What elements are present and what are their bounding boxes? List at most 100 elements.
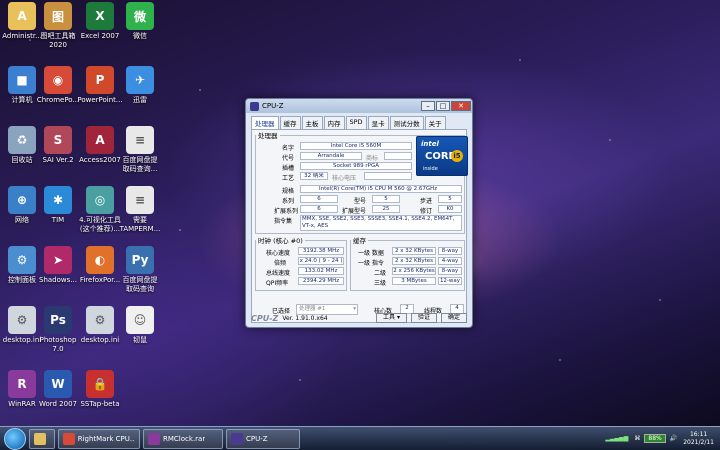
tampermonkey-doc-shortcut[interactable]: ≡ 需要 TAMPERM... — [112, 186, 168, 234]
l2-way: 8-way — [438, 267, 462, 275]
rightmark-icon — [63, 432, 75, 445]
title-bar[interactable]: CPU-Z – □ ✕ — [246, 99, 472, 113]
footer-bar: CPU-Z Ver. 1.91.0.x64 工具 ▾ 验证 确定 — [251, 311, 467, 325]
revision-label: 修订 — [420, 208, 433, 215]
language-icon[interactable]: ⌘ — [634, 435, 640, 442]
maximize-button[interactable]: □ — [436, 101, 450, 111]
stepping-label: 步进 — [420, 198, 433, 205]
shortcut-label: 百度网盘提 取码查询... — [122, 156, 158, 173]
l3-value: 3 MBytes — [392, 277, 436, 285]
shortcut-label: 需要 TAMPERM... — [119, 216, 161, 233]
clock[interactable]: 16:11 2021/2/11 — [683, 431, 714, 447]
intel-core-i5-logo: intel CORE i5 inside — [416, 136, 468, 176]
l1-inst-label: 一级 指令 — [358, 260, 384, 267]
ext-model-label: 扩展型号 — [342, 208, 367, 215]
tab-about[interactable]: 关于 — [424, 116, 446, 129]
validate-button[interactable]: 验证 — [410, 313, 437, 323]
tab-bench[interactable]: 测试分数 — [389, 116, 424, 129]
tab-spd[interactable]: SPD — [345, 116, 367, 129]
window-title: CPU-Z — [262, 102, 284, 110]
ext-model-value: 25 — [372, 205, 400, 213]
qpi-label: QPI频率 — [266, 280, 289, 287]
tools-button[interactable]: 工具 ▾ — [376, 313, 407, 323]
thunder-icon: ✈ — [126, 66, 154, 94]
shortcut-label: 微信 — [133, 32, 147, 40]
thunder-shortcut[interactable]: ✈ 迅雷 — [112, 66, 168, 105]
instructions-label: 指令集 — [274, 218, 293, 225]
socket-label: 插槽 — [282, 165, 295, 172]
taskbar-item-label: RightMark CPU... — [77, 434, 135, 443]
python-script-shortcut[interactable]: Py 百度网盘提 取码查询 — [112, 246, 168, 294]
l1-data-value: 2 x 32 KBytes — [392, 247, 436, 255]
close-button[interactable]: ✕ — [451, 101, 471, 111]
taskbar-rightmark[interactable]: RightMark CPU... — [58, 428, 140, 449]
ext-family-label: 扩展系列 — [274, 208, 299, 215]
signal-strength-icon[interactable]: ▂▃▄▅▆ — [605, 435, 628, 442]
core-speed-label: 核心速度 — [266, 250, 291, 257]
python-script-icon: Py — [126, 246, 154, 274]
mouse-app-icon: ☺ — [126, 306, 154, 334]
shadowsocks-icon: ➤ — [44, 246, 72, 274]
shortcut-label: 百度网盘提 取码查询 — [122, 276, 158, 293]
rmclock-icon — [148, 432, 160, 445]
revision-value: K0 — [438, 205, 462, 213]
battery-indicator[interactable]: 88% — [644, 434, 666, 443]
name-value: Intel Core i5 560M — [300, 142, 412, 150]
processor-legend: 处理器 — [258, 132, 278, 140]
desktop-ini-icon-2: ⚙ — [86, 306, 114, 334]
stepping-value: 5 — [438, 195, 462, 203]
sstap-shortcut[interactable]: 🔒 SSTap-beta — [72, 370, 128, 409]
clocks-legend: 时钟 (核心 #0) — [258, 237, 303, 245]
tab-bar: 处理器 缓存 主板 内存 SPD 显卡 测试分数 关于 — [251, 116, 467, 129]
multiplier-label: 倍频 — [274, 260, 287, 267]
version-label: Ver. 1.91.0.x64 — [282, 314, 328, 322]
tab-cache[interactable]: 缓存 — [279, 116, 301, 129]
ext-family-value: 6 — [300, 205, 338, 213]
processor-panel: 处理器 名字 Intel Core i5 560M 代号 Arrandale 商… — [251, 129, 468, 323]
spec-value: Intel(R) Core(TM) i5 CPU M 560 @ 2.67GHz — [300, 185, 462, 193]
volume-icon[interactable]: 🔊 — [670, 435, 677, 442]
tab-memory[interactable]: 内存 — [323, 116, 345, 129]
model-label: 型号 — [354, 198, 367, 205]
clock-time: 16:11 — [689, 430, 708, 438]
baidu-doc-shortcut[interactable]: ≡ 百度网盘提 取码查询... — [112, 126, 168, 174]
taskbar-cpuz[interactable]: CPU-Z — [226, 428, 300, 449]
tampermonkey-doc-icon: ≡ — [126, 186, 154, 214]
brand-id-label: 商标 — [366, 155, 379, 162]
multiplier-value: x 24.0 ( 9 - 24 ) — [298, 257, 344, 265]
family-value: 6 — [300, 195, 338, 203]
l3-label: 三级 — [374, 280, 387, 287]
powerpoint-icon: P — [86, 66, 114, 94]
family-label: 系列 — [282, 198, 295, 205]
core-speed-value: 3192.38 MHz — [298, 247, 344, 255]
chrome-icon: ◉ — [44, 66, 72, 94]
taskbar-explorer[interactable] — [29, 428, 55, 449]
tool-box-icon: 图 — [44, 2, 72, 30]
taskbar-items: RightMark CPU... RMClock.rar CPU-Z — [26, 428, 300, 449]
wechat-shortcut[interactable]: 微微信 — [112, 2, 168, 41]
cache-legend: 缓存 — [353, 237, 366, 245]
shortcut-label: 韧鼠 — [133, 336, 147, 344]
tab-processor[interactable]: 处理器 — [251, 116, 279, 129]
word-icon: W — [44, 370, 72, 398]
taskbar-rmclock[interactable]: RMClock.rar — [143, 428, 223, 449]
tech-value: 32 纳米 — [300, 172, 328, 180]
vcore-label: 核心电压 — [332, 175, 357, 182]
l2-label: 二级 — [374, 270, 387, 277]
start-button[interactable] — [4, 427, 26, 450]
cpuz-window: CPU-Z – □ ✕ 处理器 缓存 主板 内存 SPD 显卡 测试分数 关于 … — [245, 98, 473, 328]
ok-button[interactable]: 确定 — [440, 313, 467, 323]
mouse-app-shortcut[interactable]: ☺ 韧鼠 — [112, 306, 168, 345]
shortcut-label: SSTap-beta — [80, 400, 120, 408]
intel-logo-badge: i5 — [451, 150, 463, 162]
baidu-doc-icon: ≡ — [126, 126, 154, 154]
minimize-button[interactable]: – — [421, 101, 435, 111]
brand-id-value — [384, 152, 412, 160]
tab-graphics[interactable]: 显卡 — [367, 116, 389, 129]
system-tray: ▂▃▄▅▆ ⌘ 88% 🔊 16:11 2021/2/11 — [605, 431, 720, 447]
intel-logo-brand: intel — [421, 140, 439, 148]
intel-logo-tag: inside — [423, 166, 438, 172]
codename-label: 代号 — [282, 155, 295, 162]
visual-tool-icon: ◎ — [86, 186, 114, 214]
tab-mainboard[interactable]: 主板 — [301, 116, 323, 129]
